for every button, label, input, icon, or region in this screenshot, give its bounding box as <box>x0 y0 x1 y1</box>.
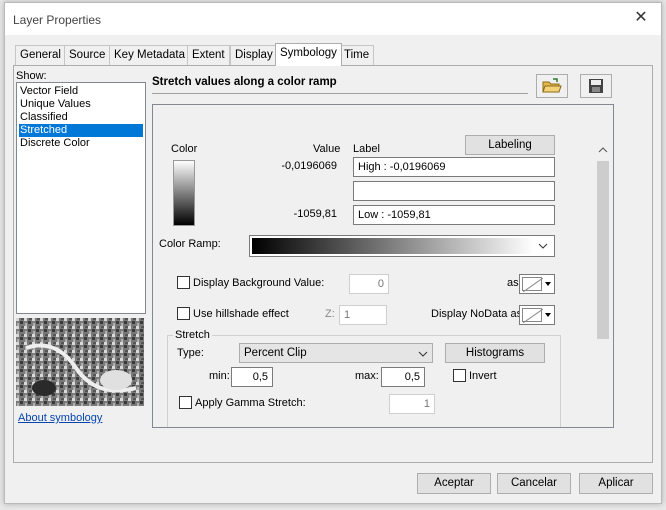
list-item[interactable]: Discrete Color <box>19 137 90 150</box>
color-ramp-label: Color Ramp: <box>159 238 221 250</box>
hillshade-label: Use hillshade effect <box>193 308 289 320</box>
low-label-field[interactable]: Low : -1059,81 <box>353 205 555 225</box>
min-label: min: <box>209 370 230 382</box>
about-symbology-link[interactable]: About symbology <box>18 412 102 424</box>
histograms-button[interactable]: Histograms <box>445 343 545 363</box>
color-ramp-preview <box>252 238 534 254</box>
background-as-label: as <box>507 277 519 289</box>
color-column-header: Color <box>171 143 198 155</box>
max-value-field[interactable]: 0,5 <box>381 367 425 387</box>
cancel-button[interactable]: Cancelar <box>497 473 571 494</box>
list-item[interactable]: Vector Field <box>19 85 78 98</box>
value-column-header: Value <box>313 143 341 155</box>
chevron-down-icon <box>418 351 428 357</box>
background-value-checkbox[interactable] <box>177 276 190 289</box>
background-value-label: Display Background Value: <box>193 277 325 289</box>
invert-checkbox[interactable] <box>453 369 466 382</box>
label-column-header: Label <box>353 143 380 155</box>
vertical-scrollbar[interactable] <box>595 143 611 427</box>
tab-general[interactable]: General <box>15 45 66 65</box>
list-item[interactable]: Stretched <box>19 124 143 137</box>
renderer-preview-image <box>16 318 144 406</box>
stretch-group-label: Stretch <box>173 329 212 341</box>
heading-divider <box>152 93 528 94</box>
tab-source[interactable]: Source <box>64 45 111 65</box>
hillshade-checkbox[interactable] <box>177 307 190 320</box>
close-icon[interactable]: ✕ <box>633 10 649 26</box>
background-value-field[interactable]: 0 <box>349 274 389 294</box>
window-title: Layer Properties <box>13 13 102 27</box>
z-factor-field[interactable]: 1 <box>339 305 387 325</box>
symbology-panel: Show: Vector Field Unique Values Classif… <box>13 65 653 463</box>
nodata-label: Display NoData as <box>431 308 523 320</box>
labeling-button[interactable]: Labeling <box>465 135 555 155</box>
title-bar: Layer Properties ✕ <box>5 3 661 35</box>
color-gradient-swatch <box>173 160 195 226</box>
tab-extent[interactable]: Extent <box>187 45 230 65</box>
high-value: -0,0196069 <box>281 160 337 172</box>
gamma-stretch-label: Apply Gamma Stretch: <box>195 397 306 409</box>
list-item[interactable]: Classified <box>19 111 68 124</box>
ok-button[interactable]: Aceptar <box>417 473 491 494</box>
gamma-value-field[interactable]: 1 <box>389 394 435 414</box>
nodata-color-picker[interactable] <box>519 305 555 325</box>
save-disk-icon <box>589 79 603 93</box>
renderer-list[interactable]: Vector Field Unique Values Classified St… <box>16 82 146 314</box>
max-label: max: <box>355 370 379 382</box>
panel-heading: Stretch values along a color ramp <box>152 76 337 88</box>
show-label: Show: <box>16 70 47 82</box>
min-value-field[interactable]: 0,5 <box>231 367 273 387</box>
save-button[interactable] <box>580 74 612 98</box>
tab-key-metadata[interactable]: Key Metadata <box>109 45 190 65</box>
color-ramp-dropdown[interactable] <box>249 235 555 257</box>
layer-properties-dialog: Layer Properties ✕ General Source Key Me… <box>4 2 662 504</box>
open-button[interactable] <box>536 74 568 98</box>
stretch-settings-area: Color Value Label Labeling -0,0196069 -1… <box>152 104 614 428</box>
invert-label: Invert <box>469 370 497 382</box>
scroll-up-icon[interactable] <box>598 147 608 153</box>
gamma-stretch-checkbox[interactable] <box>179 396 192 409</box>
background-color-picker[interactable] <box>519 274 555 294</box>
stretch-type-dropdown[interactable]: Percent Clip <box>239 343 433 363</box>
scrollbar-thumb[interactable] <box>597 161 609 339</box>
tab-symbology[interactable]: Symbology <box>275 43 342 66</box>
stretch-type-label: Type: <box>177 347 204 359</box>
mid-label-field[interactable] <box>353 181 555 201</box>
open-folder-icon <box>542 78 562 93</box>
tab-display[interactable]: Display <box>230 45 278 65</box>
stretch-type-value: Percent Clip <box>244 347 307 359</box>
high-label-field[interactable]: High : -0,0196069 <box>353 157 555 177</box>
z-factor-label: Z: <box>325 308 335 320</box>
apply-button[interactable]: Aplicar <box>579 473 653 494</box>
chevron-down-icon <box>538 243 548 249</box>
low-value: -1059,81 <box>293 208 337 220</box>
tab-time[interactable]: Time <box>339 45 375 65</box>
list-item[interactable]: Unique Values <box>19 98 91 111</box>
